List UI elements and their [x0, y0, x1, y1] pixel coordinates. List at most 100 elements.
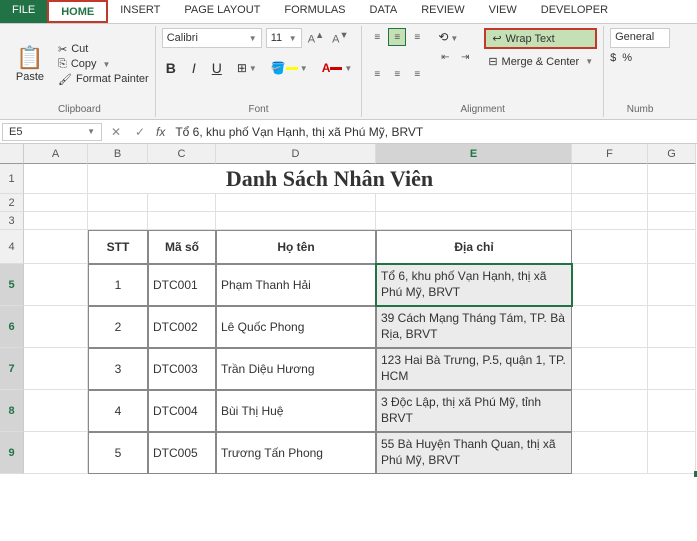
header-cell[interactable]: Họ tên — [216, 230, 376, 264]
row-header[interactable]: 2 — [0, 194, 24, 212]
number-format-select[interactable]: General — [610, 28, 670, 48]
cell[interactable] — [572, 390, 648, 432]
col-header[interactable]: F — [572, 144, 648, 164]
data-cell[interactable]: 5 — [88, 432, 148, 474]
cell[interactable] — [24, 264, 88, 306]
header-cell[interactable]: Mã số — [148, 230, 216, 264]
data-cell[interactable]: Trương Tấn Phong — [216, 432, 376, 474]
row-header[interactable]: 9 — [0, 432, 24, 474]
cell[interactable] — [648, 348, 696, 390]
tab-insert[interactable]: INSERT — [108, 0, 172, 23]
bold-button[interactable]: B — [162, 58, 180, 78]
data-cell[interactable]: 4 — [88, 390, 148, 432]
row-header[interactable]: 3 — [0, 212, 24, 230]
tab-page-layout[interactable]: PAGE LAYOUT — [172, 0, 272, 23]
align-top-button[interactable]: ≡ — [368, 28, 386, 46]
cut-button[interactable]: ✂Cut — [58, 43, 149, 56]
cell[interactable] — [376, 194, 572, 212]
border-button[interactable]: ⊞▼ — [234, 59, 260, 77]
cell[interactable] — [88, 194, 148, 212]
cell[interactable] — [648, 390, 696, 432]
row-header[interactable]: 8 — [0, 390, 24, 432]
data-cell[interactable]: DTC003 — [148, 348, 216, 390]
col-header[interactable]: G — [648, 144, 696, 164]
col-header[interactable]: B — [88, 144, 148, 164]
row-header[interactable]: 1 — [0, 164, 24, 194]
col-header[interactable]: E — [376, 144, 572, 164]
cell[interactable] — [648, 164, 696, 194]
italic-button[interactable]: I — [188, 58, 200, 78]
tab-review[interactable]: REVIEW — [409, 0, 476, 23]
data-cell[interactable]: Phạm Thanh Hải — [216, 264, 376, 306]
font-size-select[interactable]: 11▼ — [266, 28, 302, 48]
cell[interactable] — [24, 348, 88, 390]
cell[interactable] — [648, 212, 696, 230]
header-cell[interactable]: STT — [88, 230, 148, 264]
cell[interactable] — [216, 212, 376, 230]
tab-formulas[interactable]: FORMULAS — [272, 0, 357, 23]
cell[interactable] — [648, 306, 696, 348]
data-cell[interactable]: Bùi Thị Huệ — [216, 390, 376, 432]
cell[interactable] — [24, 432, 88, 474]
cell[interactable] — [148, 194, 216, 212]
data-cell[interactable]: DTC005 — [148, 432, 216, 474]
align-right-button[interactable]: ≡ — [408, 65, 426, 83]
row-header[interactable]: 4 — [0, 230, 24, 264]
cell[interactable] — [648, 432, 696, 474]
data-cell[interactable]: Lê Quốc Phong — [216, 306, 376, 348]
fill-color-button[interactable]: 🪣▼ — [268, 59, 311, 77]
align-center-button[interactable]: ≡ — [388, 65, 406, 83]
cell[interactable] — [24, 194, 88, 212]
data-cell[interactable]: 2 — [88, 306, 148, 348]
increase-indent-button[interactable]: ⇥ — [456, 48, 474, 66]
data-cell[interactable]: Tổ 6, khu phố Vạn Hạnh, thị xã Phú Mỹ, B… — [376, 264, 572, 306]
header-cell[interactable]: Địa chỉ — [376, 230, 572, 264]
col-header[interactable]: D — [216, 144, 376, 164]
paste-button[interactable]: 📋 Paste — [10, 28, 50, 100]
enter-button[interactable]: ✓ — [128, 125, 152, 139]
cell[interactable] — [24, 164, 88, 194]
align-middle-button[interactable]: ≡ — [388, 28, 406, 46]
cell[interactable] — [572, 164, 648, 194]
orientation-button[interactable]: ⟲▼ — [436, 28, 474, 46]
cell[interactable] — [376, 212, 572, 230]
format-painter-button[interactable]: 🖌Format Painter — [58, 73, 149, 86]
cell[interactable] — [148, 212, 216, 230]
data-cell[interactable]: 39 Cách Mạng Tháng Tám, TP. Bà Rịa, BRVT — [376, 306, 572, 348]
name-box[interactable]: E5▼ — [2, 123, 102, 141]
copy-button[interactable]: ⎘Copy▼ — [58, 58, 149, 71]
underline-button[interactable]: U — [208, 58, 226, 78]
data-cell[interactable]: DTC001 — [148, 264, 216, 306]
cell[interactable] — [572, 348, 648, 390]
cell[interactable] — [572, 212, 648, 230]
cell[interactable] — [648, 194, 696, 212]
increase-font-button[interactable]: A▲ — [306, 29, 326, 47]
wrap-text-button[interactable]: ↩Wrap Text — [484, 28, 597, 49]
cell[interactable] — [572, 230, 648, 264]
align-left-button[interactable]: ≡ — [368, 65, 386, 83]
cell[interactable] — [24, 306, 88, 348]
decrease-indent-button[interactable]: ⇤ — [436, 48, 454, 66]
data-cell[interactable]: DTC004 — [148, 390, 216, 432]
data-cell[interactable]: Trần Diệu Hương — [216, 348, 376, 390]
tab-file[interactable]: FILE — [0, 0, 47, 23]
formula-input[interactable]: Tổ 6, khu phố Vạn Hạnh, thị xã Phú Mỹ, B… — [169, 123, 697, 141]
cell[interactable] — [572, 194, 648, 212]
data-cell[interactable]: 1 — [88, 264, 148, 306]
data-cell[interactable]: 3 — [88, 348, 148, 390]
cell[interactable] — [648, 264, 696, 306]
row-header[interactable]: 5 — [0, 264, 24, 306]
merge-center-button[interactable]: ⊟Merge & Center▼ — [484, 53, 597, 70]
tab-developer[interactable]: DEVELOPER — [529, 0, 620, 23]
currency-button[interactable]: $ — [610, 52, 616, 64]
row-header[interactable]: 7 — [0, 348, 24, 390]
decrease-font-button[interactable]: A▼ — [330, 29, 350, 47]
data-cell[interactable]: DTC002 — [148, 306, 216, 348]
tab-home[interactable]: HOME — [47, 0, 108, 23]
col-header[interactable]: A — [24, 144, 88, 164]
fx-button[interactable]: fx — [152, 125, 169, 139]
row-header[interactable]: 6 — [0, 306, 24, 348]
data-cell[interactable]: 3 Độc Lập, thị xã Phú Mỹ, tỉnh BRVT — [376, 390, 572, 432]
cell[interactable] — [24, 230, 88, 264]
cancel-button[interactable]: ✕ — [104, 125, 128, 139]
